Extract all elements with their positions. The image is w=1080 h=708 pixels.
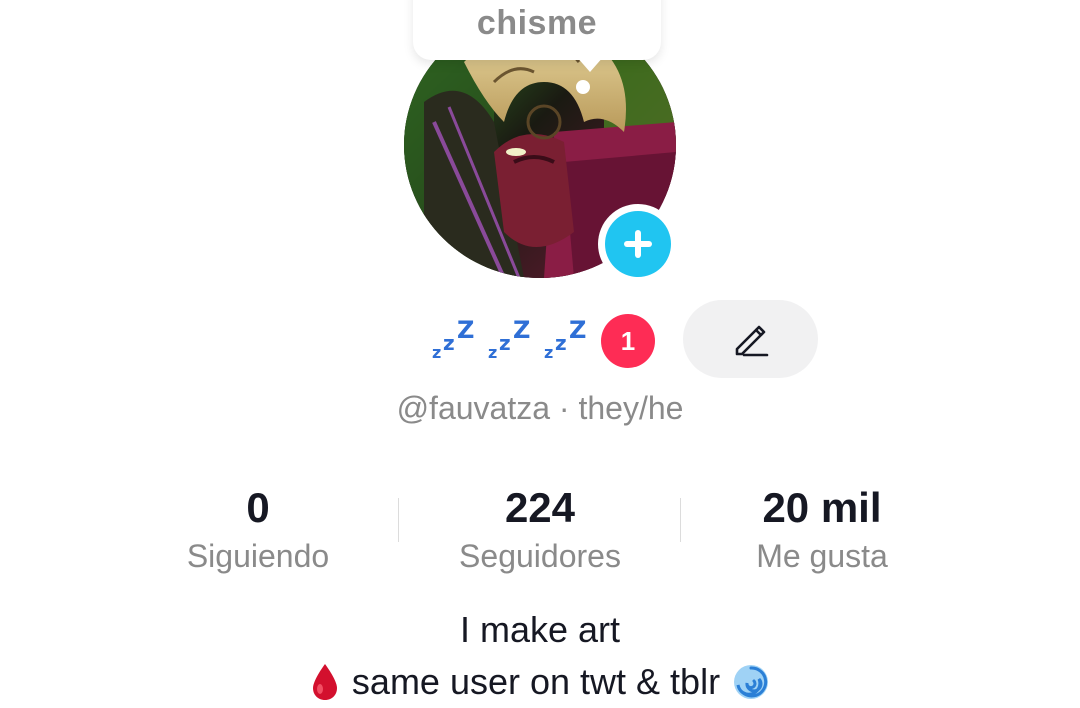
drop-of-blood-icon xyxy=(312,664,337,700)
bubble-tail xyxy=(576,56,604,72)
following-label: Siguiendo xyxy=(186,538,330,574)
followers-label: Seguidores xyxy=(459,538,621,574)
svg-text:z: z xyxy=(544,343,553,362)
stat-following[interactable]: 0 Siguiendo xyxy=(118,482,398,578)
stat-divider xyxy=(398,498,399,542)
notification-badge[interactable]: 1 xyxy=(601,314,655,368)
followers-count: 224 xyxy=(504,484,576,531)
svg-text:z: z xyxy=(432,343,441,362)
username-handle: @fauvatza · they/he xyxy=(396,390,684,426)
chisme-label: chisme xyxy=(476,4,598,42)
following-count: 0 xyxy=(246,484,270,531)
bio-line-2: same user on twt & tblr xyxy=(0,660,1080,704)
add-button-circle xyxy=(605,211,671,277)
stat-likes[interactable]: 20 mil Me gusta xyxy=(682,482,962,578)
pencil-icon xyxy=(735,325,768,357)
profile-page: chisme z z Z z z Z z z Z 1 @fauvatza · t… xyxy=(0,0,1080,708)
edit-profile-button[interactable] xyxy=(683,300,818,378)
plus-icon xyxy=(624,230,652,258)
svg-text:Z: Z xyxy=(569,316,586,344)
svg-text:z: z xyxy=(555,331,567,355)
stat-followers[interactable]: 224 Seguidores xyxy=(400,482,680,578)
cyclone-icon xyxy=(734,665,769,699)
bubble-dot xyxy=(576,80,590,94)
stat-divider xyxy=(680,498,681,542)
svg-text:Z: Z xyxy=(457,316,474,344)
likes-label: Me gusta xyxy=(756,538,888,574)
bio-line-1: I make art xyxy=(459,609,621,650)
chisme-bubble[interactable]: chisme xyxy=(413,0,661,60)
svg-text:Z: Z xyxy=(513,316,530,344)
add-story-button[interactable] xyxy=(598,204,678,284)
svg-text:z: z xyxy=(443,331,455,355)
svg-text:z: z xyxy=(499,331,511,355)
bio-line-2-text: same user on twt & tblr xyxy=(351,661,721,702)
zzz-sleeping-emoji: z z Z z z Z z z Z xyxy=(432,316,602,364)
likes-count: 20 mil xyxy=(762,484,882,531)
svg-text:z: z xyxy=(488,343,497,362)
